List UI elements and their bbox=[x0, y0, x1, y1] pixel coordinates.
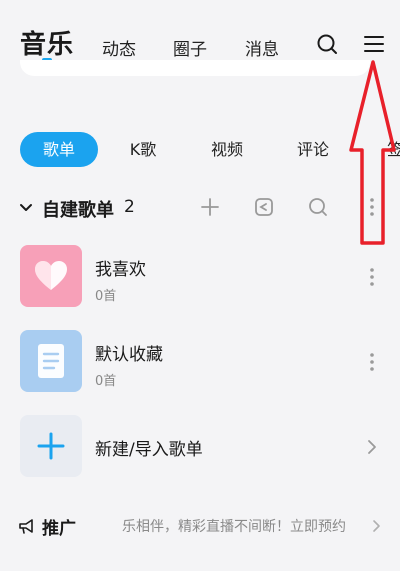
create-cover bbox=[20, 415, 82, 477]
plus-icon bbox=[37, 432, 65, 460]
add-icon[interactable] bbox=[198, 195, 222, 219]
create-import-playlist[interactable]: 新建/导入歌单 bbox=[0, 415, 400, 481]
chip-playlists[interactable]: 歌单 bbox=[20, 132, 98, 167]
section-count: 2 bbox=[124, 197, 135, 217]
playlist-cover bbox=[20, 330, 82, 392]
hamburger-menu-icon[interactable] bbox=[362, 32, 386, 56]
more-options-icon[interactable] bbox=[362, 265, 382, 289]
tab-feed[interactable]: 动态 bbox=[102, 35, 136, 60]
chip-comments[interactable]: 评论 bbox=[288, 132, 338, 167]
search-icon[interactable] bbox=[315, 32, 339, 56]
tab-music[interactable]: 音乐 bbox=[20, 24, 74, 61]
playlist-title: 我喜欢 bbox=[95, 260, 146, 280]
category-chips: 歌单 K歌 视频 评论 签 bbox=[0, 132, 400, 168]
chip-videos[interactable]: 视频 bbox=[202, 132, 252, 167]
chevron-right-icon bbox=[368, 440, 376, 454]
chip-karaoke[interactable]: K歌 bbox=[118, 132, 168, 167]
section-title: 自建歌单 bbox=[42, 200, 114, 221]
megaphone-icon bbox=[19, 519, 33, 534]
create-label: 新建/导入歌单 bbox=[95, 440, 203, 460]
playlist-item-liked[interactable]: 我喜欢 0首 bbox=[0, 245, 400, 311]
tab-messages[interactable]: 消息 bbox=[245, 35, 279, 60]
playlist-cover bbox=[20, 245, 82, 307]
my-playlists-header: 自建歌单 2 bbox=[0, 190, 400, 224]
tab-circles[interactable]: 圈子 bbox=[173, 35, 207, 60]
playlist-title: 默认收藏 bbox=[95, 345, 163, 365]
more-options-icon[interactable] bbox=[360, 195, 384, 219]
chevron-right-icon bbox=[373, 520, 380, 532]
import-icon[interactable] bbox=[252, 195, 276, 219]
promo-bar[interactable]: 推广 乐相伴，精彩直播不间断！立即预约 bbox=[0, 510, 400, 540]
chip-more[interactable]: 签 bbox=[375, 132, 400, 167]
promo-text: 乐相伴，精彩直播不间断！立即预约 bbox=[122, 519, 346, 535]
playlist-track-count: 0首 bbox=[95, 289, 117, 304]
promo-title: 推广 bbox=[42, 519, 76, 539]
heart-icon bbox=[35, 261, 67, 290]
chevron-down-icon[interactable] bbox=[18, 200, 34, 216]
search-playlist-icon[interactable] bbox=[306, 195, 330, 219]
playlist-track-count: 0首 bbox=[95, 374, 117, 389]
banner-strip bbox=[20, 60, 370, 76]
more-options-icon[interactable] bbox=[362, 350, 382, 374]
document-icon bbox=[38, 344, 64, 378]
playlist-item-default[interactable]: 默认收藏 0首 bbox=[0, 330, 400, 396]
